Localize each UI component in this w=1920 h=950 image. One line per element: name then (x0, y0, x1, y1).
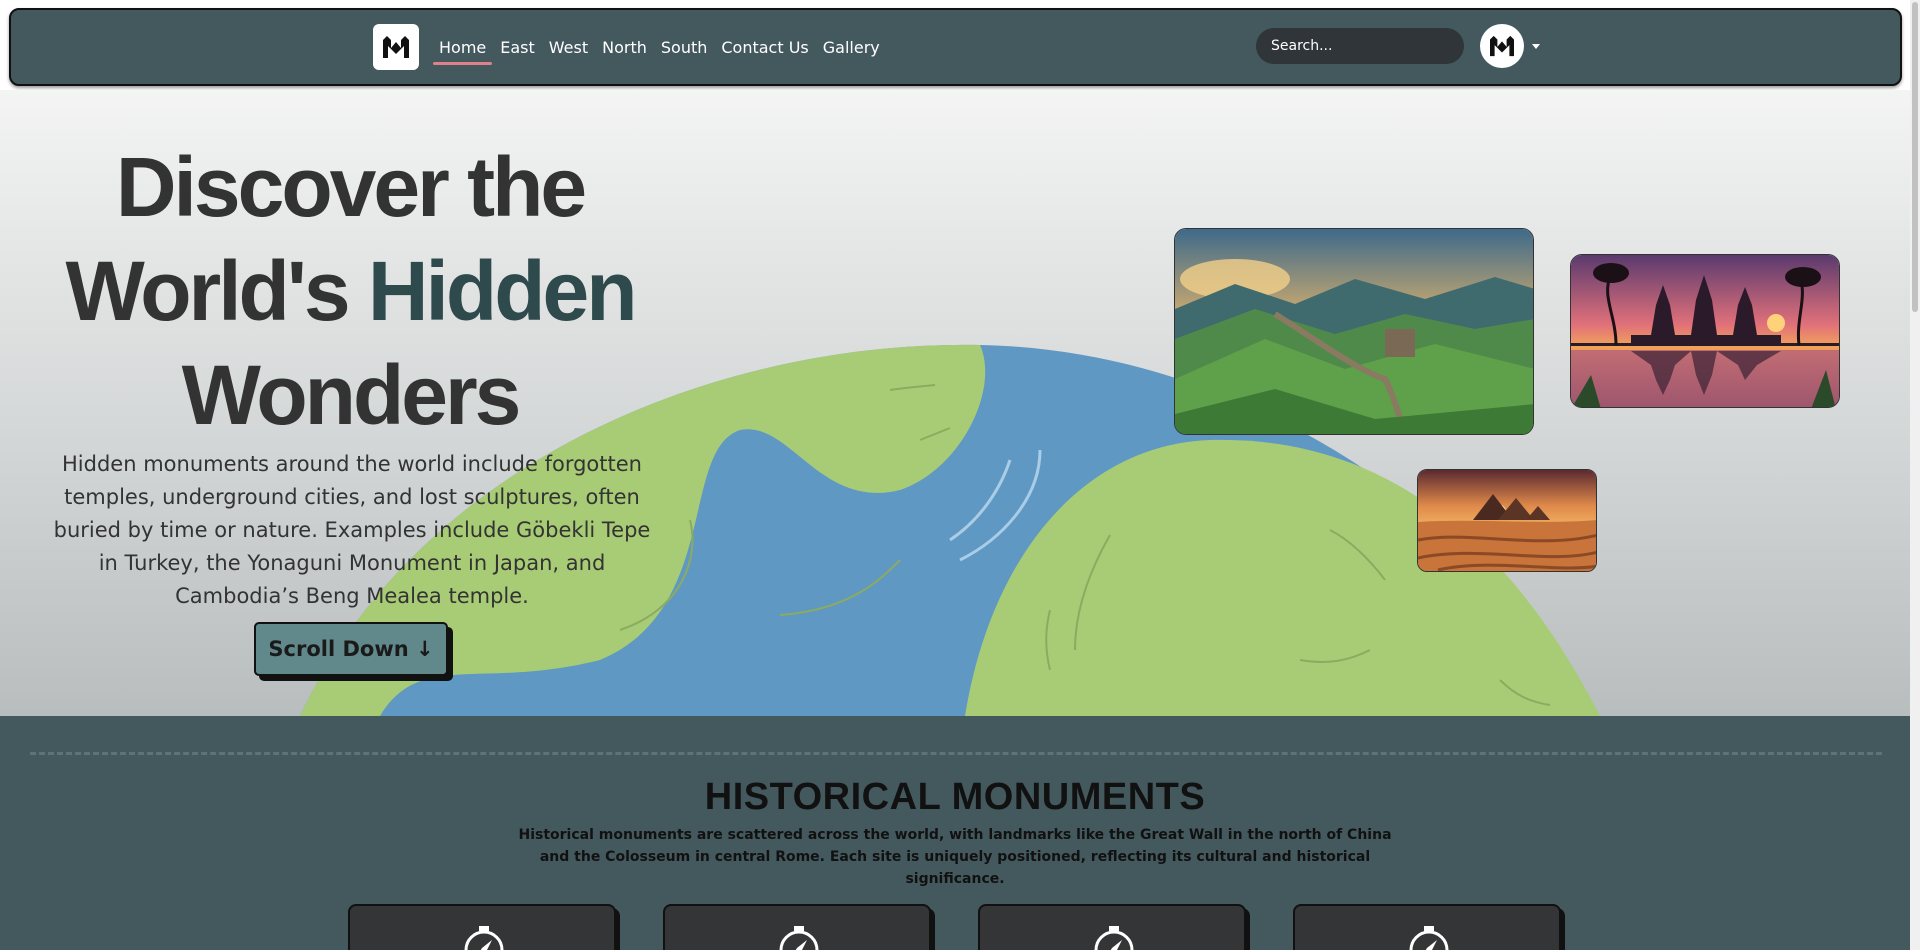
nav-link-gallery[interactable]: Gallery (823, 38, 880, 57)
hero-title-world: World's (65, 244, 368, 338)
section-title: HISTORICAL MONUMENTS (704, 776, 1206, 818)
scroll-down-button[interactable]: Scroll Down ↓ (254, 622, 448, 676)
angkor-wat-picture (1571, 255, 1839, 407)
nav-links: Home East West North South Contact Us Ga… (432, 38, 894, 65)
hero: Discover the World's Hidden Wonders Hidd… (0, 90, 1910, 716)
hero-title-hidden: Hidden (367, 244, 638, 338)
monument-card-2[interactable] (663, 904, 931, 950)
great-wall-image[interactable] (1174, 228, 1534, 435)
great-wall-picture (1175, 229, 1533, 434)
logo-icon (383, 36, 409, 58)
nav-link-contact[interactable]: Contact Us (721, 38, 808, 57)
scrollbar-thumb[interactable] (1912, 2, 1918, 312)
pyramids-picture (1418, 470, 1596, 571)
hero-title-line1: Discover the (115, 140, 587, 234)
pyramids-image[interactable] (1417, 469, 1597, 572)
hero-title-line2: World's Hidden (60, 239, 640, 343)
nav-link-south[interactable]: South (661, 38, 708, 57)
logo[interactable] (373, 24, 419, 70)
hero-title: Discover the World's Hidden Wonders (60, 135, 640, 447)
nav-link-east[interactable]: East (500, 38, 535, 57)
hero-description: Hidden monuments around the world includ… (53, 452, 651, 608)
monument-card-4[interactable] (1293, 904, 1561, 950)
divider (30, 752, 1882, 755)
nav-link-west[interactable]: West (549, 38, 588, 57)
monuments-section: HISTORICAL MONUMENTS Historical monument… (0, 716, 1910, 950)
compass-icon (779, 926, 819, 950)
monument-card-1[interactable] (348, 904, 616, 950)
nav-link-home[interactable]: Home (432, 38, 493, 65)
chevron-down-icon[interactable] (1532, 44, 1540, 49)
avatar[interactable] (1480, 24, 1524, 68)
hero-title-line3: Wonders (181, 348, 522, 442)
compass-icon (464, 926, 504, 950)
section-description: Historical monuments are scattered acros… (518, 827, 1392, 887)
compass-icon (1094, 926, 1134, 950)
avatar-logo-icon (1490, 35, 1514, 57)
monument-card-3[interactable] (978, 904, 1246, 950)
nav-link-north[interactable]: North (602, 38, 647, 57)
angkor-wat-image[interactable] (1570, 254, 1840, 408)
navbar: Home East West North South Contact Us Ga… (9, 8, 1902, 86)
compass-icon (1409, 926, 1449, 950)
search-input[interactable] (1256, 28, 1464, 64)
